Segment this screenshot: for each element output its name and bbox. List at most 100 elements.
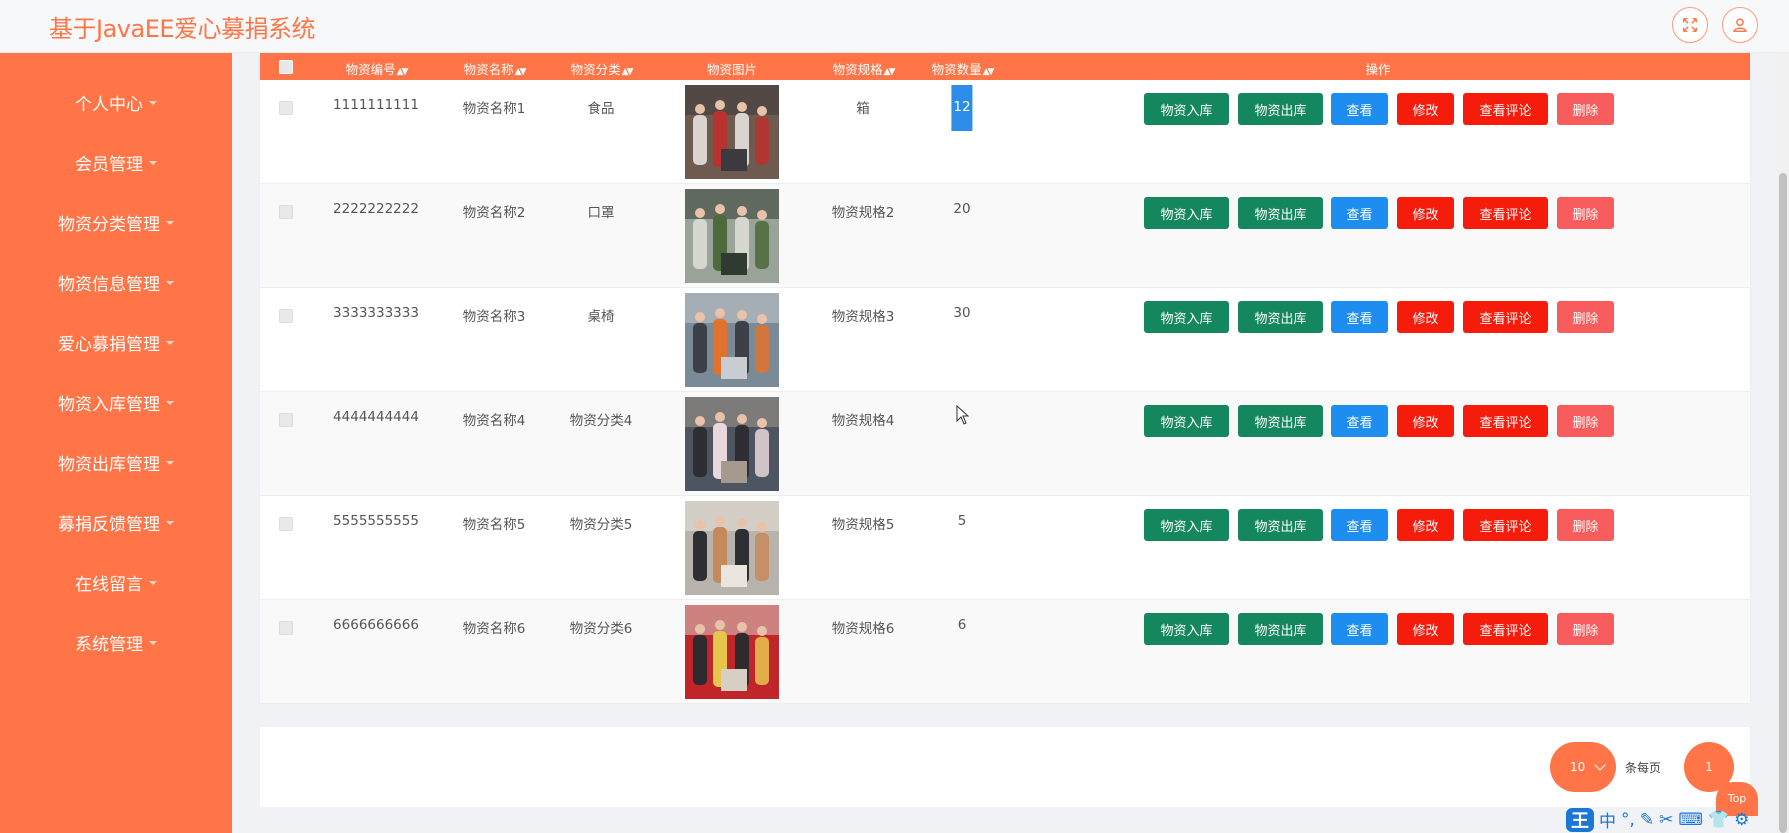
edit-button[interactable]: 修改	[1397, 93, 1454, 125]
ime-scissors-icon[interactable]: ✂	[1659, 810, 1673, 830]
column-header-name[interactable]: 物资名称▲▼	[464, 59, 527, 78]
sidebar-item-stock-out[interactable]: 物资出库管理	[0, 442, 232, 482]
material-photo[interactable]	[685, 605, 779, 699]
view-button[interactable]: 查看	[1331, 613, 1388, 645]
column-header-code[interactable]: 物资编号▲▼	[346, 59, 409, 78]
delete-button[interactable]: 删除	[1557, 509, 1614, 541]
chevron-down-icon	[1594, 759, 1606, 771]
material-photo[interactable]	[685, 85, 779, 179]
column-header-spec[interactable]: 物资规格▲▼	[833, 59, 896, 78]
photo-image	[685, 501, 779, 595]
view-button[interactable]: 查看	[1331, 197, 1388, 229]
stock-in-button[interactable]: 物资入库	[1144, 93, 1229, 125]
stock-in-button[interactable]: 物资入库	[1144, 197, 1229, 229]
cell-category: 桌椅	[587, 309, 615, 325]
material-photo[interactable]	[685, 293, 779, 387]
material-photo[interactable]	[685, 189, 779, 283]
fullscreen-button[interactable]	[1672, 7, 1708, 43]
view-comments-button[interactable]: 查看评论	[1463, 613, 1548, 645]
view-comments-button[interactable]: 查看评论	[1463, 509, 1548, 541]
stock-out-button[interactable]: 物资出库	[1238, 197, 1323, 229]
ime-mode-toggle[interactable]: 中	[1599, 807, 1616, 832]
stock-in-button[interactable]: 物资入库	[1144, 301, 1229, 333]
photo-image	[685, 397, 779, 491]
column-header-category[interactable]: 物资分类▲▼	[571, 59, 634, 78]
stock-out-button[interactable]: 物资出库	[1238, 405, 1323, 437]
sidebar-item-material-info[interactable]: 物资信息管理	[0, 262, 232, 302]
photo-image	[685, 293, 779, 387]
sidebar-item-label: 会员管理	[75, 154, 143, 175]
select-all-checkbox[interactable]	[279, 60, 293, 74]
sidebar-item-personal-center[interactable]: 个人中心	[0, 82, 232, 122]
view-comments-button[interactable]: 查看评论	[1463, 301, 1548, 333]
sidebar-item-messages[interactable]: 在线留言	[0, 562, 232, 602]
sidebar-item-members[interactable]: 会员管理	[0, 142, 232, 182]
delete-button[interactable]: 删除	[1557, 93, 1614, 125]
sidebar-item-system[interactable]: 系统管理	[0, 622, 232, 662]
row-checkbox[interactable]	[279, 621, 293, 635]
stock-out-button[interactable]: 物资出库	[1238, 93, 1323, 125]
sidebar: 个人中心 会员管理 物资分类管理 物资信息管理 爱心募捐管理 物资入库管理 物资…	[0, 53, 232, 833]
row-checkbox[interactable]	[279, 309, 293, 323]
sidebar-item-label: 物资入库管理	[58, 394, 160, 415]
ime-skin-icon[interactable]: 👕	[1708, 810, 1729, 830]
page-size-value: 10	[1570, 760, 1586, 774]
view-comments-button[interactable]: 查看评论	[1463, 93, 1548, 125]
ime-settings-icon[interactable]: ⚙	[1734, 810, 1749, 830]
column-header-quantity[interactable]: 物资数量▲▼	[932, 59, 995, 78]
row-checkbox[interactable]	[279, 413, 293, 427]
sidebar-item-label: 物资分类管理	[58, 214, 160, 235]
sidebar-item-category[interactable]: 物资分类管理	[0, 202, 232, 242]
cell-quantity: 30	[953, 305, 971, 321]
pagination-bar: 10 条每页 1	[260, 727, 1750, 807]
stock-out-button[interactable]: 物资出库	[1238, 301, 1323, 333]
row-checkbox[interactable]	[279, 205, 293, 219]
sidebar-item-donation[interactable]: 爱心募捐管理	[0, 322, 232, 362]
cell-quantity: 6	[957, 617, 967, 633]
delete-button[interactable]: 删除	[1557, 613, 1614, 645]
row-checkbox[interactable]	[279, 517, 293, 531]
material-photo[interactable]	[685, 397, 779, 491]
chevron-down-icon	[166, 221, 174, 225]
edit-button[interactable]: 修改	[1397, 509, 1454, 541]
page-scrollbar[interactable]	[1777, 53, 1789, 833]
mouse-cursor-icon	[956, 405, 970, 425]
cell-category: 口罩	[587, 205, 615, 221]
view-button[interactable]: 查看	[1331, 405, 1388, 437]
sidebar-item-label: 物资信息管理	[58, 274, 160, 295]
edit-button[interactable]: 修改	[1397, 301, 1454, 333]
edit-button[interactable]: 修改	[1397, 613, 1454, 645]
view-button[interactable]: 查看	[1331, 93, 1388, 125]
ime-logo-icon[interactable]: 王	[1566, 807, 1594, 832]
fullscreen-icon	[1682, 17, 1698, 33]
stock-out-button[interactable]: 物资出库	[1238, 613, 1323, 645]
user-menu-button[interactable]	[1722, 7, 1758, 43]
ime-toolbar: 王 中 °, ✎ ✂ ⌨ 👕 ⚙	[1562, 806, 1789, 833]
stock-in-button[interactable]: 物资入库	[1144, 405, 1229, 437]
ime-keyboard-icon[interactable]: ⌨	[1678, 810, 1703, 830]
delete-button[interactable]: 删除	[1557, 405, 1614, 437]
view-button[interactable]: 查看	[1331, 301, 1388, 333]
cell-spec: 物资规格3	[831, 309, 895, 325]
delete-button[interactable]: 删除	[1557, 301, 1614, 333]
table-row: 4444444444 物资名称4 物资分类4 物资规格4 物资入库 物资出库 查…	[260, 392, 1750, 496]
stock-in-button[interactable]: 物资入库	[1144, 509, 1229, 541]
scrollbar-thumb[interactable]	[1779, 173, 1787, 833]
delete-button[interactable]: 删除	[1557, 197, 1614, 229]
ime-handwriting-icon[interactable]: ✎	[1640, 810, 1654, 830]
ime-punctuation-icon[interactable]: °,	[1621, 810, 1635, 830]
sidebar-item-stock-in[interactable]: 物资入库管理	[0, 382, 232, 422]
row-checkbox[interactable]	[279, 101, 293, 115]
page-size-select[interactable]: 10	[1550, 742, 1616, 792]
view-comments-button[interactable]: 查看评论	[1463, 405, 1548, 437]
stock-out-button[interactable]: 物资出库	[1238, 509, 1323, 541]
table-row: 3333333333 物资名称3 桌椅 物资规格3 30 物资入库 物资出库 查…	[260, 288, 1750, 392]
sidebar-item-feedback[interactable]: 募捐反馈管理	[0, 502, 232, 542]
view-button[interactable]: 查看	[1331, 509, 1388, 541]
chevron-down-icon	[149, 641, 157, 645]
view-comments-button[interactable]: 查看评论	[1463, 197, 1548, 229]
stock-in-button[interactable]: 物资入库	[1144, 613, 1229, 645]
edit-button[interactable]: 修改	[1397, 197, 1454, 229]
edit-button[interactable]: 修改	[1397, 405, 1454, 437]
material-photo[interactable]	[685, 501, 779, 595]
